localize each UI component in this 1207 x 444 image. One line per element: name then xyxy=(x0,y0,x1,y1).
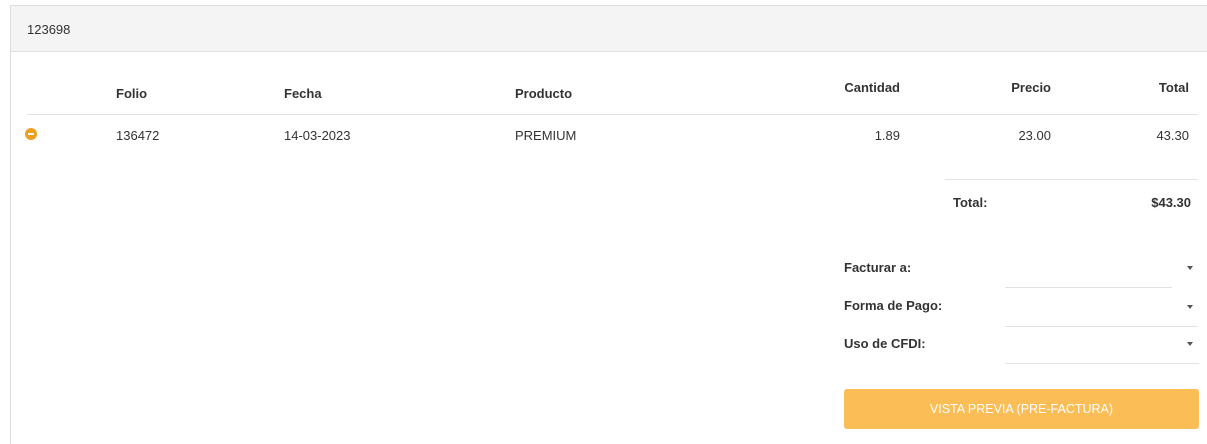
cell-precio: 23.00 xyxy=(1018,128,1051,143)
forma-pago-underline xyxy=(1005,326,1198,327)
cell-total: 43.30 xyxy=(1156,128,1189,143)
cell-producto: PREMIUM xyxy=(515,128,577,143)
column-header-fecha: Fecha xyxy=(284,86,322,101)
column-header-total: Total xyxy=(1158,80,1189,95)
uso-cfdi-underline xyxy=(1005,363,1199,364)
column-header-precio: Precio xyxy=(1011,80,1051,95)
forma-pago-label: Forma de Pago: xyxy=(844,298,943,313)
caret-down-icon xyxy=(1187,342,1193,346)
uso-cfdi-select[interactable] xyxy=(1005,332,1199,356)
total-divider xyxy=(945,179,1198,180)
order-code: 123698 xyxy=(27,22,71,37)
card-header: 123698 xyxy=(11,6,1207,52)
cell-cantidad: 1.89 xyxy=(874,128,900,143)
column-header-producto: Producto xyxy=(515,86,573,101)
column-header-folio: Folio xyxy=(116,86,148,101)
facturar-underline xyxy=(1005,287,1172,288)
cell-folio: 136472 xyxy=(116,128,160,143)
header-divider xyxy=(27,114,1198,115)
preview-button[interactable]: VISTA PREVIA (PRE-FACTURA) xyxy=(844,389,1199,429)
cell-fecha: 14-03-2023 xyxy=(284,128,351,143)
invoice-card: 123698 xyxy=(10,5,1207,444)
minus-circle-icon[interactable] xyxy=(25,128,37,140)
total-value: $43.30 xyxy=(1151,195,1191,210)
caret-down-icon xyxy=(1187,266,1193,270)
forma-pago-select[interactable] xyxy=(1005,295,1199,319)
total-label: Total: xyxy=(953,195,988,210)
facturar-label: Facturar a: xyxy=(844,260,912,275)
facturar-select[interactable] xyxy=(1005,256,1199,280)
uso-cfdi-label: Uso de CFDI: xyxy=(844,336,926,351)
column-header-cantidad: Cantidad xyxy=(844,80,900,95)
caret-down-icon xyxy=(1187,305,1193,309)
